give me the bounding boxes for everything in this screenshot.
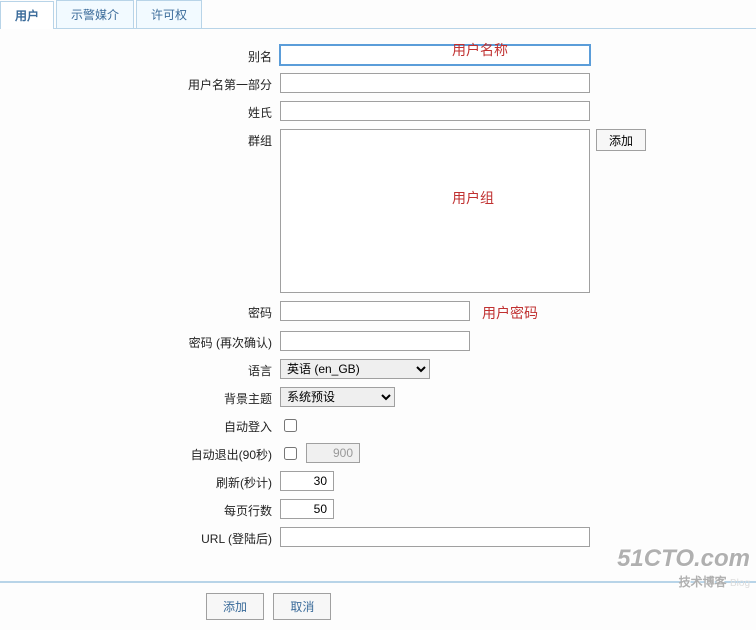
label-password-confirm: 密码 (再次确认) [10,331,280,351]
groups-textarea[interactable] [280,129,590,293]
label-surname: 姓氏 [10,101,280,121]
cancel-button[interactable]: 取消 [273,593,331,620]
alias-input[interactable] [280,45,590,65]
add-button[interactable]: 添加 [206,593,264,620]
label-rows-per-page: 每页行数 [10,499,280,519]
label-refresh: 刷新(秒计) [10,471,280,491]
annotation-username: 用户名称 [452,40,508,60]
form-body: 别名 用户名称 用户名第一部分 姓氏 群组 添加 用户组 密码 用户密码 密码 … [0,29,756,571]
label-auto-login: 自动登入 [10,415,280,435]
label-password: 密码 [10,301,280,321]
label-language: 语言 [10,359,280,379]
annotation-userpassword: 用户密码 [482,301,538,323]
username-first-input[interactable] [280,73,590,93]
label-alias: 别名 [10,45,280,65]
rows-per-page-input[interactable] [280,499,334,519]
label-username-first: 用户名第一部分 [10,73,280,93]
theme-select[interactable]: 系统预设 [280,387,395,407]
password-input[interactable] [280,301,470,321]
label-groups: 群组 [10,129,280,149]
label-url-after-login: URL (登陆后) [10,527,280,547]
add-group-button[interactable]: 添加 [596,129,646,151]
label-auto-logout: 自动退出(90秒) [10,443,280,463]
auto-logout-seconds-input [306,443,360,463]
footer-actions: 添加 取消 [0,581,756,630]
annotation-usergroup: 用户组 [452,188,494,208]
tab-user[interactable]: 用户 [0,1,54,29]
url-after-login-input[interactable] [280,527,590,547]
language-select[interactable]: 英语 (en_GB) [280,359,430,379]
password-confirm-input[interactable] [280,331,470,351]
tabs-bar: 用户 示警媒介 许可权 [0,0,756,29]
refresh-input[interactable] [280,471,334,491]
auto-login-checkbox[interactable] [284,419,297,432]
tab-alert-media[interactable]: 示警媒介 [56,0,134,28]
tab-permissions[interactable]: 许可权 [136,0,202,28]
auto-logout-checkbox[interactable] [284,447,297,460]
label-theme: 背景主题 [10,387,280,407]
surname-input[interactable] [280,101,590,121]
